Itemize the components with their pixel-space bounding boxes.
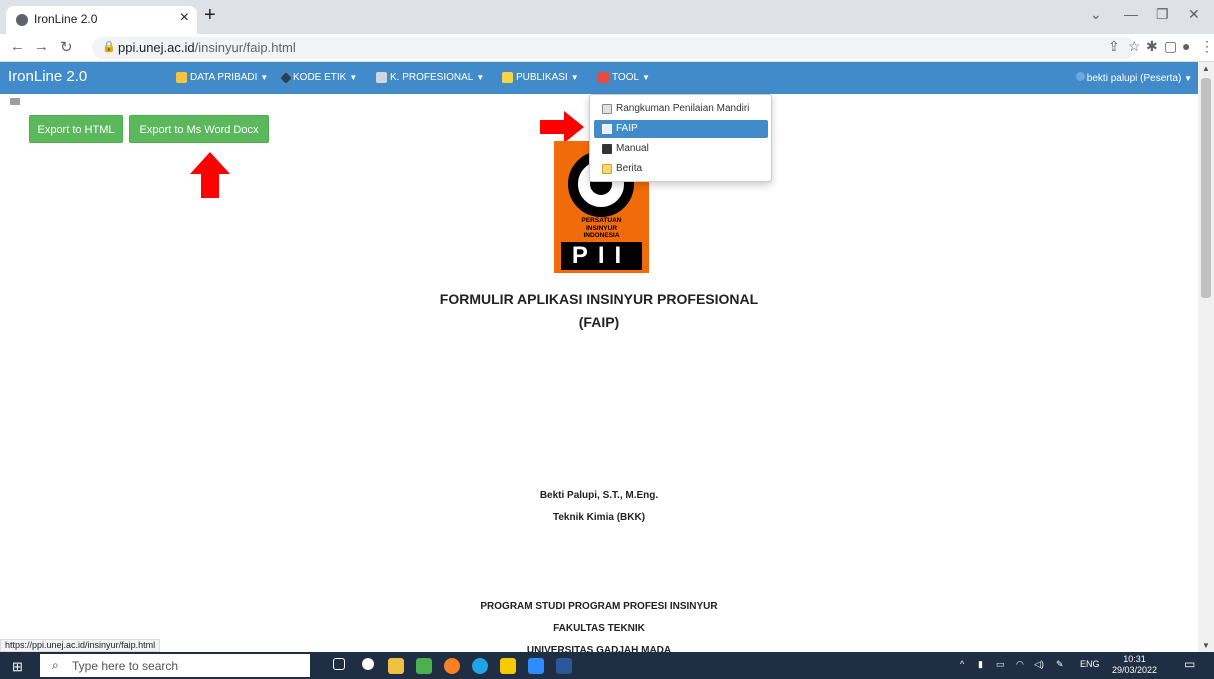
dropdown-item-berita[interactable]: Berita [594, 160, 768, 178]
user-icon [1075, 72, 1085, 81]
taskbar-clock[interactable]: 10:31 29/03/2022 [1112, 654, 1157, 676]
scroll-down-icon[interactable]: ▼ [1202, 641, 1210, 650]
faculty-name: FAKULTAS TEKNIK [553, 623, 645, 634]
document-icon [502, 72, 513, 83]
dropdown-item-faip[interactable]: FAIP [594, 120, 768, 138]
tray-chevron-icon[interactable]: ^ [960, 659, 964, 669]
close-tab-icon[interactable]: × [180, 9, 189, 27]
program-name: PROGRAM STUDI PROGRAM PROFESI INSINYUR [480, 601, 718, 612]
browser-toolbar: ← → ↻ 🔒 ppi.unej.ac.id/insinyur/faip.htm… [0, 34, 1214, 62]
menu-tool[interactable]: TOOL ▼ [598, 72, 650, 83]
notifications-icon[interactable]: ▭ [1184, 657, 1195, 671]
applicant-department: Teknik Kimia (BKK) [552, 512, 646, 523]
export-html-button[interactable]: Export to HTML [29, 115, 123, 143]
scroll-up-icon[interactable]: ▲ [1202, 64, 1210, 73]
dropdown-item-rangkuman[interactable]: Rangkuman Penilaian Mandiri [594, 100, 768, 118]
browser-tab-strip: IronLine 2.0 × + ⌄ — ❐ ✕ [0, 0, 1214, 34]
pencil-icon [176, 72, 187, 83]
language-indicator[interactable]: ENG [1080, 659, 1100, 669]
tray-app-icon[interactable]: ▮ [978, 659, 983, 670]
close-window-icon[interactable]: ✕ [1188, 6, 1200, 23]
copy-icon [602, 124, 612, 134]
book-icon [602, 144, 612, 154]
browser-tab[interactable]: IronLine 2.0 × [6, 6, 197, 34]
applicant-name: Bekti Palupi, S.T., M.Eng. [539, 490, 659, 501]
firefox-icon[interactable] [444, 658, 460, 674]
lock-icon: 🔒 [102, 41, 116, 53]
table-icon [376, 72, 387, 83]
file-explorer-icon[interactable] [388, 658, 404, 674]
news-icon [602, 164, 612, 174]
url-text: ppi.unej.ac.id/insinyur/faip.html [118, 40, 296, 55]
diamond-icon [280, 71, 292, 84]
red-arrow-right-icon [540, 111, 584, 143]
maximize-icon[interactable]: ❐ [1156, 6, 1169, 23]
minimize-icon[interactable]: — [1124, 6, 1138, 22]
pen-icon[interactable]: ✎ [1056, 659, 1064, 670]
bookmark-star-icon[interactable]: ☆ [1128, 38, 1141, 55]
extensions-icon[interactable]: ✱ [1146, 38, 1158, 55]
sidepanel-icon[interactable]: ▢ [1164, 38, 1177, 55]
menu-publikasi[interactable]: PUBLIKASI ▼ [502, 72, 579, 83]
menu-k-profesional[interactable]: K. PROFESIONAL ▼ [376, 72, 484, 83]
sticky-notes-icon[interactable] [500, 658, 516, 674]
tab-title: IronLine 2.0 [34, 12, 98, 26]
user-menu[interactable]: bekti palupi (Peserta) ▼ [1075, 72, 1192, 84]
reload-icon[interactable]: ↻ [60, 38, 73, 56]
toolbox-icon [598, 72, 609, 83]
taskbar-search-input[interactable]: ⌕ Type here to search [40, 654, 310, 677]
word-icon[interactable] [556, 658, 572, 674]
dropdown-item-manual[interactable]: Manual [594, 140, 768, 158]
status-bar-url: https://ppi.unej.ac.id/insinyur/faip.htm… [0, 639, 161, 652]
chrome-icon[interactable] [416, 658, 432, 674]
volume-icon[interactable]: ◁) [1034, 659, 1044, 670]
address-bar[interactable]: 🔒 ppi.unej.ac.id/insinyur/faip.html [92, 37, 1136, 59]
network-icon[interactable]: ▭ [996, 659, 1005, 670]
export-word-button[interactable]: Export to Ms Word Docx [129, 115, 269, 143]
profile-avatar[interactable]: ● [1182, 38, 1190, 54]
search-icon: ⌕ [52, 658, 59, 672]
task-view-icon[interactable] [333, 658, 345, 670]
sidebar-toggle-icon[interactable] [10, 98, 20, 105]
windows-start-icon[interactable]: ⊞ [12, 659, 23, 675]
report-icon [602, 104, 612, 114]
brand-link[interactable]: IronLine 2.0 [8, 68, 87, 85]
wifi-icon[interactable]: ◠ [1016, 659, 1024, 670]
forward-icon[interactable]: → [34, 38, 49, 55]
app-navbar: IronLine 2.0 DATA PRIBADI ▼ KODE ETIK ▼ K.… [0, 62, 1198, 94]
page-scrollbar[interactable]: ▲ ▼ [1198, 62, 1214, 652]
security-icon[interactable] [362, 658, 374, 670]
document-title: FORMULIR APLIKASI INSINYUR PROFESIONAL [439, 291, 759, 307]
tab-search-icon[interactable]: ⌄ [1090, 6, 1102, 23]
share-icon[interactable]: ⇪ [1108, 38, 1120, 55]
menu-kode-etik[interactable]: KODE ETIK ▼ [280, 71, 357, 84]
edge-icon[interactable] [472, 658, 488, 674]
new-tab-button[interactable]: + [204, 4, 216, 27]
windows-taskbar: ⊞ ⌕ Type here to search ^ ▮ ▭ ◠ ◁) ✎ ENG… [0, 652, 1214, 679]
globe-icon [16, 14, 28, 26]
scrollbar-thumb[interactable] [1201, 78, 1211, 298]
menu-data-pribadi[interactable]: DATA PRIBADI ▼ [176, 72, 268, 83]
menu-kebab-icon[interactable]: ⋮ [1200, 38, 1214, 55]
tool-dropdown-menu: Rangkuman Penilaian Mandiri FAIP Manual … [589, 94, 772, 182]
document-subtitle: (FAIP) [578, 314, 620, 330]
zoom-icon[interactable] [528, 658, 544, 674]
red-arrow-up-icon [190, 152, 230, 198]
back-icon[interactable]: ← [10, 38, 25, 55]
